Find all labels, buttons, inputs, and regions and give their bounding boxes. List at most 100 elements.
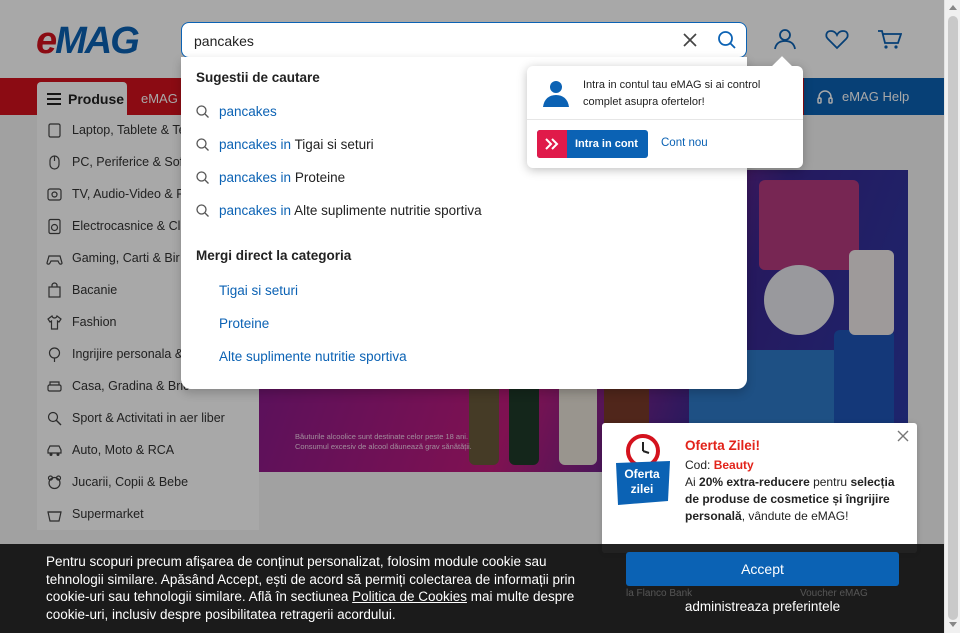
suggestion-in: in — [276, 203, 295, 218]
pet-food-image — [759, 180, 859, 270]
category-label: Fashion — [72, 315, 117, 329]
cookie-policy-link[interactable]: Politica de Cookies — [352, 589, 467, 604]
suggestion-keyword: pancakes — [219, 137, 277, 152]
category-label: Laptop, Tablete & Te — [72, 123, 186, 137]
gamepad-icon — [46, 254, 63, 265]
headset-icon — [817, 89, 833, 104]
direct-category-link[interactable]: Proteine — [219, 316, 269, 331]
category-item-sport[interactable]: Sport & Activitati in aer liber — [37, 403, 259, 433]
category-label: TV, Audio-Video & F — [72, 187, 184, 201]
cart-icon[interactable] — [876, 26, 902, 52]
search-icon — [196, 171, 209, 184]
category-label: Jucarii, Copii & Bebe — [72, 475, 189, 489]
hamburger-icon — [47, 92, 61, 105]
alcohol-disclaimer-text: Băuturile alcoolice sunt destinate celor… — [295, 432, 472, 451]
laptop-icon — [48, 122, 61, 138]
category-label: Supermarket — [72, 507, 144, 521]
suggestion-item[interactable]: pancakes in Proteine — [195, 170, 345, 185]
care-icon — [48, 346, 61, 362]
bag-icon — [48, 281, 61, 298]
washer-icon — [48, 218, 61, 234]
accept-cookies-button[interactable]: Accept — [626, 552, 899, 586]
manage-preferences-link[interactable]: administreaza preferintele — [626, 599, 899, 614]
clear-search-icon[interactable] — [680, 30, 700, 50]
car-icon — [47, 444, 62, 456]
alcohol-disclaimer: Băuturile alcoolice sunt destinate celor… — [295, 432, 472, 452]
suggestion-keyword: pancakes — [219, 203, 277, 218]
products-menu-button[interactable]: Produse — [37, 82, 127, 115]
login-button[interactable]: Intra in cont — [537, 130, 648, 158]
suggestion-item[interactable]: pancakes in Alte suplimente nutritie spo… — [195, 203, 482, 218]
offer-code-label: Cod: — [685, 458, 714, 472]
user-silhouette-icon — [543, 81, 569, 107]
offer-title: Oferta Zilei! — [685, 438, 761, 453]
scroll-up-arrow-icon[interactable] — [949, 5, 957, 10]
suggestion-category: Tigai si seturi — [294, 137, 374, 152]
direct-category-link[interactable]: Alte suplimente nutritie sportiva — [219, 349, 407, 364]
offer-desc-part: , vândute de eMAG! — [741, 509, 849, 523]
shirt-icon — [47, 314, 62, 330]
favorites-heart-icon[interactable] — [824, 26, 850, 52]
offer-code: Cod: Beauty — [685, 458, 754, 472]
offer-desc-part: pentru — [809, 475, 851, 489]
offer-badge-text-1: Oferta — [624, 467, 660, 481]
search-icon — [196, 204, 209, 217]
offer-code-value: Beauty — [713, 458, 754, 472]
category-label: Electrocasnice & Cli — [72, 219, 184, 233]
category-label: Auto, Moto & RCA — [72, 443, 175, 457]
direct-category-link[interactable]: Tigai si seturi — [219, 283, 298, 298]
mouse-icon — [49, 154, 60, 170]
account-popup: Intra in contul tau eMAG si ai control c… — [527, 56, 803, 168]
category-label: PC, Periferice & Soft — [72, 155, 187, 169]
tv-icon — [47, 187, 62, 201]
category-label: Ingrijire personala & — [72, 347, 184, 361]
suggestion-keyword: pancakes — [219, 170, 277, 185]
offer-desc-part: Ai — [685, 475, 700, 489]
offer-badge-text-2: zilei — [631, 482, 654, 496]
suggestion-in: in — [276, 170, 295, 185]
close-icon[interactable] — [896, 429, 910, 443]
login-button-label: Intra in cont — [575, 138, 638, 150]
suggestions-heading: Sugestii de cautare — [196, 70, 320, 85]
sofa-icon — [47, 380, 62, 392]
search-icon — [196, 138, 209, 151]
suggestion-category: Alte suplimente nutritie sportiva — [294, 203, 482, 218]
account-popup-message: Intra in contul tau eMAG si ai control c… — [583, 79, 761, 108]
help-link[interactable]: eMAG Help — [804, 78, 944, 115]
background-promo-text: Voucher eMAG — [800, 588, 868, 599]
new-account-link[interactable]: Cont nou — [661, 137, 708, 149]
basket-icon — [47, 510, 62, 522]
detergent-image — [764, 265, 834, 335]
offer-of-the-day-card[interactable]: Oferta zilei Oferta Zilei! Cod: Beauty A… — [602, 423, 917, 553]
category-label: Casa, Gradina & Bric — [72, 379, 190, 393]
vertical-scrollbar[interactable] — [944, 0, 960, 633]
category-item-toys[interactable]: Jucarii, Copii & Bebe — [37, 467, 259, 497]
scrollbar-thumb[interactable] — [948, 16, 958, 620]
category-label: Gaming, Carti & Bir — [72, 251, 180, 265]
suggestion-in: in — [276, 137, 295, 152]
toy-icon — [47, 474, 62, 489]
search-icon[interactable] — [716, 29, 738, 51]
search-input[interactable] — [194, 31, 654, 51]
scroll-down-arrow-icon[interactable] — [949, 622, 957, 627]
divider — [527, 119, 803, 120]
suggestion-category: Proteine — [294, 170, 346, 185]
account-icon[interactable] — [772, 26, 798, 52]
suggestion-item[interactable]: pancakes — [195, 104, 277, 119]
category-label: Bacanie — [72, 283, 118, 297]
category-item-auto[interactable]: Auto, Moto & RCA — [37, 435, 259, 465]
suggestion-item[interactable]: pancakes in Tigai si seturi — [195, 137, 374, 152]
search-box — [181, 22, 747, 58]
suggestion-keyword: pancakes — [219, 104, 277, 119]
category-item-supermarket[interactable]: Supermarket — [37, 499, 259, 529]
offer-description: Ai 20% extra-reducere pentru selecția de… — [685, 474, 907, 525]
emag-logo[interactable]: eMAG — [36, 20, 140, 63]
cookie-consent-bar: la Flanco Bank Voucher eMAG Pentru scopu… — [0, 544, 944, 633]
double-chevron-icon — [537, 130, 567, 158]
background-promo-text: la Flanco Bank — [626, 588, 693, 599]
sport-icon — [47, 411, 62, 425]
search-icon — [196, 105, 209, 118]
direct-category-heading: Mergi direct la categoria — [196, 248, 352, 263]
products-menu-label: Produse — [68, 90, 125, 107]
offer-desc-bold: 20% extra-reducere — [699, 475, 810, 489]
